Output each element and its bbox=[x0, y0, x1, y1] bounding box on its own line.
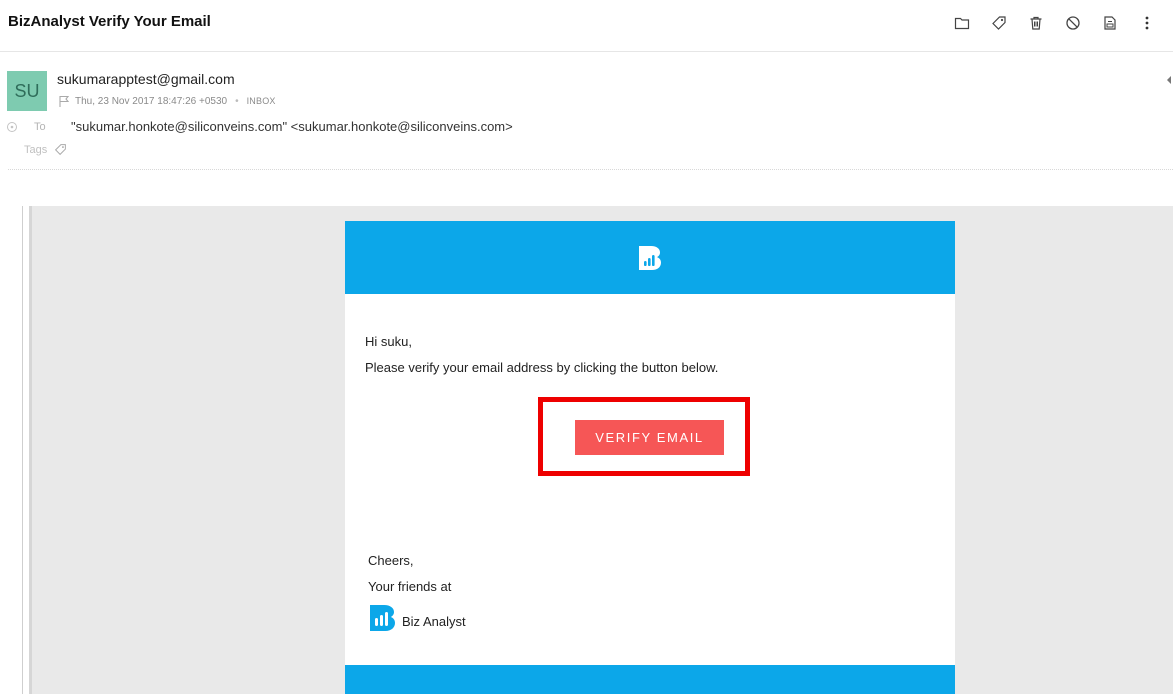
friends-text: Your friends at bbox=[368, 579, 452, 594]
folder-label[interactable]: INBOX bbox=[247, 96, 276, 106]
block-icon bbox=[1065, 16, 1080, 30]
instruction-text: Please verify your email address by clic… bbox=[365, 360, 719, 375]
signoff-text: Cheers, bbox=[368, 553, 414, 568]
tag-button[interactable] bbox=[980, 12, 1017, 34]
greeting-text: Hi suku, bbox=[365, 334, 412, 349]
delete-button[interactable] bbox=[1017, 12, 1054, 34]
signature: Biz Analyst bbox=[368, 603, 466, 633]
collapse-arrow-icon[interactable] bbox=[1165, 74, 1173, 86]
move-to-folder-button[interactable] bbox=[943, 12, 980, 34]
recipient-row: To "sukumar.honkote@siliconveins.com" <s… bbox=[6, 119, 513, 134]
bizanalyst-logo-icon bbox=[639, 245, 661, 270]
more-options-button[interactable] bbox=[1128, 12, 1165, 34]
add-tag-icon[interactable] bbox=[54, 143, 67, 156]
email-card-footer bbox=[345, 665, 955, 694]
bizanalyst-small-logo-icon bbox=[370, 605, 395, 631]
message-toolbar bbox=[943, 12, 1165, 34]
block-sender-button[interactable] bbox=[1054, 12, 1091, 34]
message-meta: Thu, 23 Nov 2017 18:47:26 +0530 • INBOX bbox=[58, 95, 276, 107]
folder-icon bbox=[954, 17, 969, 30]
tags-row: Tags bbox=[24, 143, 67, 156]
recipient-address[interactable]: "sukumar.honkote@siliconveins.com" <suku… bbox=[71, 119, 513, 134]
print-button[interactable] bbox=[1091, 12, 1128, 34]
quote-line bbox=[22, 206, 23, 694]
brand-name-text: Biz Analyst bbox=[402, 613, 466, 629]
message-date: Thu, 23 Nov 2017 18:47:26 +0530 bbox=[75, 95, 228, 107]
email-card: Hi suku, Please verify your email addres… bbox=[345, 221, 955, 694]
print-icon bbox=[1103, 16, 1116, 30]
header-divider bbox=[8, 169, 1173, 170]
tag-icon bbox=[991, 16, 1006, 30]
email-subject: BizAnalyst Verify Your Email bbox=[8, 13, 211, 30]
expand-recipients-icon[interactable] bbox=[6, 121, 18, 133]
sender-avatar[interactable]: SU bbox=[7, 71, 47, 111]
tags-label: Tags bbox=[24, 143, 48, 156]
email-card-header bbox=[345, 221, 955, 294]
verify-email-button[interactable]: VERIFY EMAIL bbox=[575, 420, 724, 455]
flag-icon[interactable] bbox=[58, 95, 70, 107]
separator-dot: • bbox=[235, 95, 239, 107]
sender-address[interactable]: sukumarapptest@gmail.com bbox=[57, 71, 235, 87]
more-icon bbox=[1145, 16, 1148, 30]
trash-icon bbox=[1030, 16, 1041, 30]
message-header: BizAnalyst Verify Your Email bbox=[0, 0, 1173, 52]
to-label: To bbox=[34, 120, 46, 133]
